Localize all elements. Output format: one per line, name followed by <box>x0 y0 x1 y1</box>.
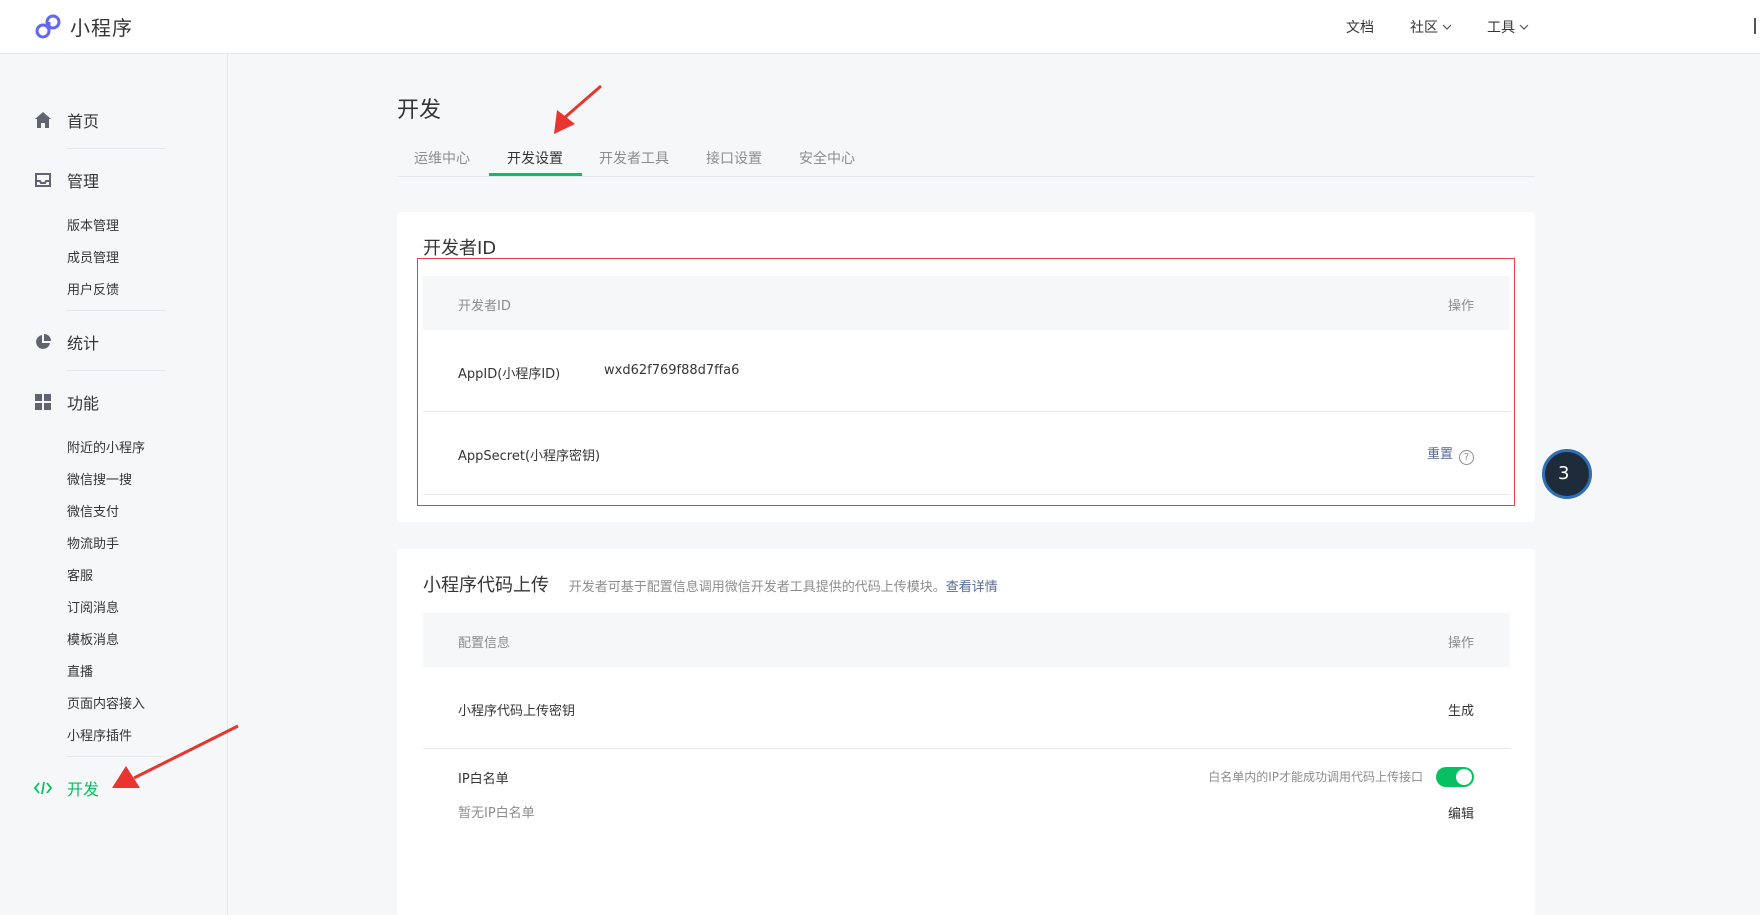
nav-tools-label: 工具 <box>1487 20 1515 36</box>
tab-security[interactable]: 安全中心 <box>799 148 855 168</box>
highlight-box <box>417 258 1515 506</box>
col-config: 配置信息 <box>458 636 511 651</box>
table-row-upload-key: 小程序代码上传密钥 生成 <box>423 667 1510 749</box>
nav-docs[interactable]: 文档 <box>1346 17 1374 37</box>
logo-text: 小程序 <box>70 16 133 40</box>
nav-community[interactable]: 社区 <box>1410 17 1452 37</box>
nav-community-label: 社区 <box>1410 20 1438 36</box>
tab-dev-tools[interactable]: 开发者工具 <box>599 148 669 168</box>
table-row-ip-whitelist: IP白名单 暂无IP白名单 白名单内的IP才能成功调用代码上传接口 编辑 <box>423 749 1510 915</box>
sidebar-item-subscribe[interactable]: 订阅消息 <box>67 597 119 616</box>
sidebar-item-home-label: 首页 <box>67 112 100 131</box>
chevron-down-icon <box>1442 24 1452 30</box>
sidebar-item-features-label: 功能 <box>67 394 100 413</box>
col-actions: 操作 <box>1447 636 1474 651</box>
sidebar-item-features[interactable]: 功能 <box>34 390 99 414</box>
divider <box>67 310 165 311</box>
divider <box>67 756 165 757</box>
active-tab-indicator <box>489 173 582 176</box>
pie-chart-icon <box>36 334 51 349</box>
sidebar-item-manage[interactable]: 管理 <box>34 168 99 192</box>
sidebar-item-home[interactable]: 首页 <box>34 108 99 132</box>
tab-ops[interactable]: 运维中心 <box>414 148 470 168</box>
user-menu-edge[interactable] <box>1754 18 1760 34</box>
upload-table-header: 配置信息 操作 <box>423 613 1510 667</box>
sidebar-item-service[interactable]: 客服 <box>67 565 93 584</box>
view-details-link[interactable]: 查看详情 <box>946 580 998 595</box>
sidebar-item-plugins[interactable]: 小程序插件 <box>67 725 132 744</box>
home-icon <box>35 112 51 128</box>
tab-bar: 运维中心 开发设置 开发者工具 接口设置 安全中心 <box>397 140 1535 177</box>
grid-icon <box>35 394 51 410</box>
tab-api-settings[interactable]: 接口设置 <box>706 148 762 168</box>
sidebar-item-stats[interactable]: 统计 <box>34 330 99 354</box>
logo[interactable]: 小程序 <box>34 12 133 41</box>
tab-dev-settings[interactable]: 开发设置 <box>507 148 563 168</box>
code-upload-card: 小程序代码上传 开发者可基于配置信息调用微信开发者工具提供的代码上传模块。查看详… <box>397 549 1535 915</box>
sidebar-item-develop[interactable]: 开发 <box>34 776 99 800</box>
sidebar-item-logistics[interactable]: 物流助手 <box>67 533 119 552</box>
sidebar-item-versions[interactable]: 版本管理 <box>67 215 119 234</box>
chevron-down-icon <box>1519 24 1529 30</box>
sidebar-item-live[interactable]: 直播 <box>67 661 93 680</box>
sidebar-item-stats-label: 统计 <box>67 334 100 353</box>
code-upload-title-line: 小程序代码上传 开发者可基于配置信息调用微信开发者工具提供的代码上传模块。查看详… <box>423 571 998 597</box>
sidebar-item-pay[interactable]: 微信支付 <box>67 501 119 520</box>
sidebar-item-members[interactable]: 成员管理 <box>67 247 119 266</box>
generate-link[interactable]: 生成 <box>1448 700 1474 719</box>
nav-tools[interactable]: 工具 <box>1487 17 1529 37</box>
floating-badge[interactable]: 3 <box>1542 449 1592 499</box>
developer-id-title: 开发者ID <box>423 238 497 259</box>
edit-link[interactable]: 编辑 <box>1448 803 1474 822</box>
mini-program-logo-icon <box>35 14 61 38</box>
annotation-arrow-tab <box>554 84 602 134</box>
ip-whitelist-label: IP白名单 <box>458 772 509 787</box>
ip-whitelist-empty: 暂无IP白名单 <box>458 806 535 821</box>
sidebar-item-search[interactable]: 微信搜一搜 <box>67 469 132 488</box>
ip-whitelist-toggle[interactable] <box>1436 767 1474 787</box>
sidebar-item-content[interactable]: 页面内容接入 <box>67 693 145 712</box>
sidebar-item-develop-label: 开发 <box>67 780 100 799</box>
code-upload-title: 小程序代码上传 <box>423 575 549 596</box>
sidebar-item-template[interactable]: 模板消息 <box>67 629 119 648</box>
sidebar-item-manage-label: 管理 <box>67 172 100 191</box>
divider <box>67 370 165 371</box>
inbox-icon <box>35 173 51 187</box>
divider <box>67 148 165 149</box>
nav-docs-label: 文档 <box>1346 20 1374 36</box>
upload-key-label: 小程序代码上传密钥 <box>458 704 576 719</box>
page-title: 开发 <box>397 98 442 123</box>
sidebar-item-feedback[interactable]: 用户反馈 <box>67 279 119 298</box>
top-bar: 小程序 文档 社区 工具 <box>0 0 1760 54</box>
code-upload-desc: 开发者可基于配置信息调用微信开发者工具提供的代码上传模块。 <box>568 580 946 595</box>
code-icon <box>34 781 52 795</box>
sidebar-item-nearby[interactable]: 附近的小程序 <box>67 437 145 456</box>
ip-whitelist-note: 白名单内的IP才能成功调用代码上传接口 <box>1208 770 1423 784</box>
